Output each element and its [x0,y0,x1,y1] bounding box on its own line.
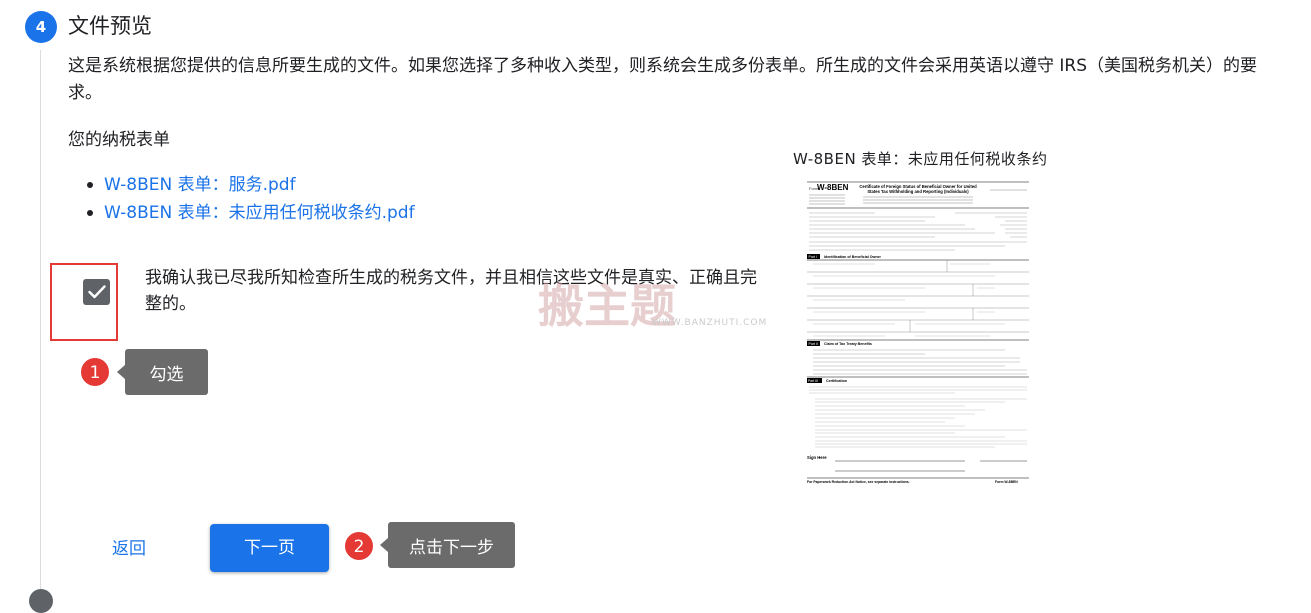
tax-forms-list: W-8BEN 表单：服务.pdf W-8BEN 表单：未应用任何税收条约.pdf [87,171,415,227]
document-link-no-treaty[interactable]: W-8BEN 表单：未应用任何税收条约.pdf [104,203,415,223]
svg-text:Part I: Part I [809,255,817,259]
svg-text:Identification of Beneficial O: Identification of Beneficial Owner [824,255,882,259]
svg-text:States Tax Withholding and Rep: States Tax Withholding and Reporting (In… [867,189,969,194]
annotation-callout-check: 勾选 [117,349,208,395]
svg-text:Form W-8BEN: Form W-8BEN [995,480,1018,484]
step-description: 这是系统根据您提供的信息所要生成的文件。如果您选择了多种收入类型，则系统会生成多… [68,56,1258,103]
next-page-button[interactable]: 下一页 [210,524,329,572]
annotation-number-2: 2 [344,531,374,561]
tax-forms-heading: 您的纳税表单 [68,130,170,150]
checkmark-icon [87,285,106,299]
preview-title: W-8BEN 表单：未应用任何税收条约 [793,150,1048,168]
svg-text:Part II: Part II [809,342,818,346]
document-link-services[interactable]: W-8BEN 表单：服务.pdf [104,175,296,195]
svg-text:Claim of Tax Treaty Benefits: Claim of Tax Treaty Benefits [824,342,872,346]
svg-text:W-8BEN: W-8BEN [817,183,849,192]
back-button[interactable]: 返回 [96,530,162,566]
stepper-connector-line [40,50,41,595]
svg-text:Part III: Part III [808,379,818,383]
watermark-url: WWW.BANZHUTI.COM [652,318,768,328]
svg-text:Sign Here: Sign Here [807,455,827,460]
step-number-badge: 4 [25,11,57,43]
list-item: W-8BEN 表单：未应用任何税收条约.pdf [87,199,415,227]
confirm-checkbox[interactable] [83,279,110,305]
annotation-callout-next: 点击下一步 [380,522,515,568]
site-watermark: 搬主题 WWW.BANZHUTI.COM [532,270,772,335]
list-item: W-8BEN 表单：服务.pdf [87,171,415,199]
svg-text:Certification: Certification [826,379,847,383]
step-title: 文件预览 [68,14,152,38]
form-preview-thumbnail[interactable]: Form W-8BEN Certificate of Foreign Statu… [805,180,1031,487]
svg-text:For Paperwork Reduction Act No: For Paperwork Reduction Act Notice, see … [807,480,910,484]
form-preview-image: Form W-8BEN Certificate of Foreign Statu… [805,180,1031,487]
next-step-badge [29,589,53,613]
annotation-number-1: 1 [80,357,110,387]
